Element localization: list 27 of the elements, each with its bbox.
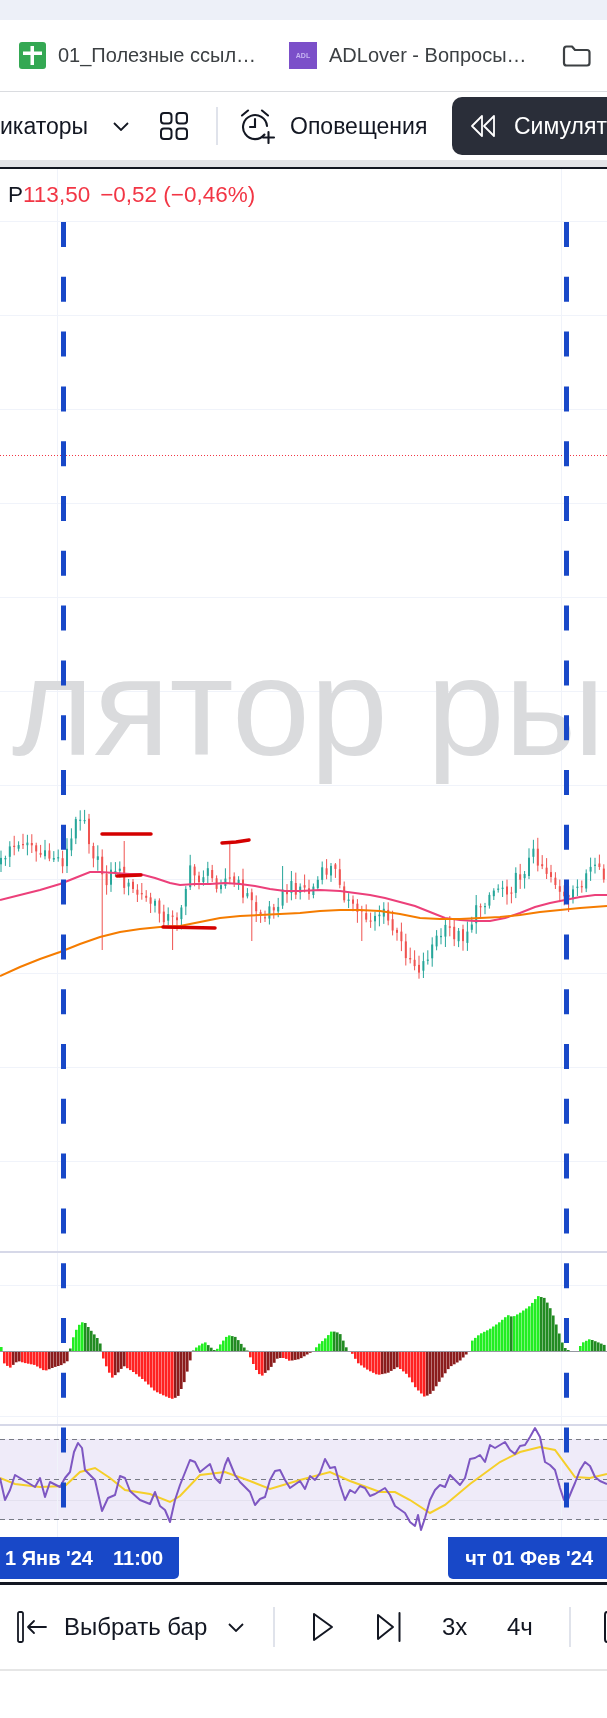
drawn-horizontal-line[interactable]	[220, 838, 251, 845]
caret-icon[interactable]	[228, 1622, 244, 1632]
step-forward-icon[interactable]	[376, 1611, 402, 1643]
layout-grid-icon[interactable]	[160, 112, 188, 140]
drawn-horizontal-line[interactable]	[115, 873, 143, 878]
replay-button[interactable]: Симулят	[452, 97, 607, 155]
caret-icon[interactable]	[113, 121, 129, 131]
spreadsheet-icon	[19, 42, 46, 69]
bar-arrow-left-icon	[17, 1611, 47, 1643]
play-icon[interactable]	[312, 1611, 334, 1643]
double-left-triangle-icon	[470, 114, 496, 138]
price-text: 113,50	[23, 182, 91, 208]
alarm-clock-plus-icon	[240, 108, 276, 144]
cut-off-icon[interactable]	[604, 1611, 607, 1643]
alerts-button[interactable]: Оповещения	[240, 108, 428, 144]
bookmark-item[interactable]: 01_Полезные ссыл…	[19, 42, 257, 69]
drawn-horizontal-line[interactable]	[161, 925, 217, 930]
select-bar-button[interactable]: Выбрать бар	[17, 1611, 208, 1643]
date-text: 1 Янв '24	[5, 1546, 93, 1570]
change-text: −0,52 (−0,46%)	[100, 182, 256, 208]
indicators-button[interactable]: икаторы	[0, 112, 89, 140]
folder-icon[interactable]	[562, 44, 591, 67]
time-text: 11:00	[113, 1546, 164, 1570]
speed-button[interactable]: 3x	[442, 1613, 468, 1641]
symbol-text: P	[8, 182, 23, 208]
interval-button[interactable]: 4ч	[507, 1613, 533, 1641]
date-text: чт 01 Фев '24	[465, 1546, 593, 1570]
